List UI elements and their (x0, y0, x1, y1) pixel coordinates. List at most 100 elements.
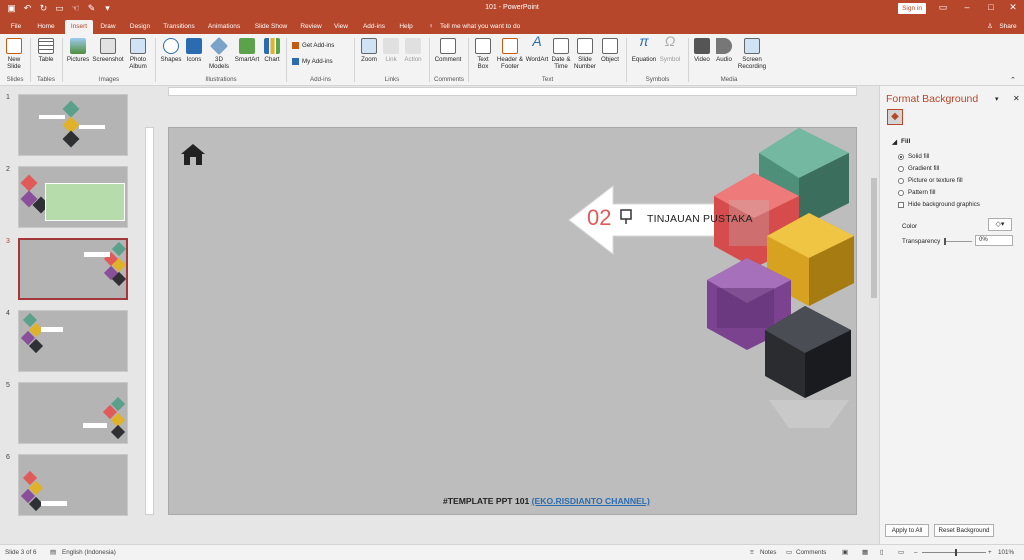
pictures-button[interactable]: Pictures (66, 38, 90, 63)
get-add-ins-button[interactable]: Get Add-ins (292, 42, 344, 49)
pattern-fill-option[interactable]: Pattern fill (898, 189, 936, 196)
slide-number-button[interactable]: Slide Number (572, 38, 598, 70)
gradient-fill-option[interactable]: Gradient fill (898, 165, 939, 172)
tab-transitions[interactable]: Transitions (160, 20, 198, 34)
tab-review[interactable]: Review (298, 20, 324, 34)
text-box-button[interactable]: Text Box (472, 38, 494, 70)
footer-text[interactable]: #TEMPLATE PPT 101 (EKO.RISDIANTO CHANNEL… (443, 496, 650, 506)
transparency-slider[interactable] (944, 241, 972, 242)
3d-models-button[interactable]: 3D Models (206, 36, 232, 70)
object-button[interactable]: Object (598, 38, 622, 63)
transparency-label: Transparency (902, 238, 941, 245)
section-number[interactable]: 02 (587, 205, 611, 231)
home-icon[interactable] (181, 144, 205, 165)
my-add-ins-button[interactable]: My Add-ins (292, 58, 348, 65)
zoom-slider[interactable] (922, 552, 986, 553)
tab-view[interactable]: View (331, 20, 351, 34)
slide-thumbnail-2[interactable] (18, 166, 128, 228)
fill-section-header[interactable]: ◢ Fill (892, 138, 910, 146)
screen-recording-button[interactable]: Screen Recording (736, 38, 768, 70)
pane-close-icon[interactable]: ✕ (1013, 94, 1020, 103)
fill-bucket-icon[interactable]: ◆ (887, 109, 903, 125)
close-icon[interactable]: ✕ (1006, 2, 1020, 13)
smartart-button[interactable]: SmartArt (233, 38, 261, 63)
zoom-button[interactable]: Zoom (358, 38, 380, 63)
radio-button[interactable] (898, 177, 904, 184)
shapes-button[interactable]: Shapes (158, 38, 184, 63)
picture-fill-option[interactable]: Picture or texture fill (898, 177, 963, 184)
thumb-label (84, 252, 110, 257)
zoom-out-icon[interactable]: – (914, 549, 918, 556)
radio-button[interactable] (898, 189, 904, 196)
spelling-icon[interactable]: ▤ (50, 549, 56, 556)
pane-title: Format Background (886, 93, 979, 105)
apply-to-all-button[interactable]: Apply to All (885, 524, 929, 537)
reading-view-icon[interactable]: ▯ (880, 549, 883, 556)
video-button[interactable]: Video (692, 38, 712, 63)
table-button[interactable]: Table (35, 38, 57, 63)
normal-view-icon[interactable]: ▣ (842, 549, 848, 556)
chart-button[interactable]: Chart (262, 38, 282, 63)
action-button[interactable]: Action (402, 38, 424, 63)
maximize-icon[interactable]: □ (984, 2, 998, 12)
wordart-button[interactable]: A WordArt (524, 34, 550, 63)
tell-me-search[interactable]: Tell me what you want to do (440, 20, 530, 34)
pane-options-icon[interactable]: ▾ (995, 95, 999, 103)
reset-background-button[interactable]: Reset Background (934, 524, 994, 537)
checkbox[interactable] (898, 201, 904, 208)
symbol-button[interactable]: Ω Symbol (658, 34, 682, 63)
slide-thumbnail-1[interactable] (18, 94, 128, 156)
slide-thumbnail-3[interactable] (18, 238, 128, 300)
notes-button[interactable]: Notes (760, 549, 776, 556)
comments-button[interactable]: Comments (796, 549, 826, 556)
tab-file[interactable]: File (6, 20, 26, 34)
photo-album-button[interactable]: Photo Album (126, 38, 150, 70)
slideshow-icon[interactable]: ▭ (898, 549, 904, 556)
tab-draw[interactable]: Draw (97, 20, 119, 34)
equation-button[interactable]: π Equation (630, 34, 658, 63)
share-button[interactable]: Share (996, 20, 1020, 34)
icons-button[interactable]: Icons (184, 38, 204, 63)
section-title[interactable]: TINJAUAN PUSTAKA (647, 213, 753, 225)
ribbon-display-icon[interactable]: ▭ (936, 2, 950, 13)
link-button[interactable]: Link (381, 38, 401, 63)
color-label: Color (902, 223, 918, 230)
new-slide-button[interactable]: New Slide (3, 38, 25, 70)
slide-canvas[interactable]: 02 TINJAUAN PUSTAKA #TEMPLATE PPT 101 (E… (168, 127, 857, 515)
slide-thumbnail-4[interactable] (18, 310, 128, 372)
audio-button[interactable]: Audio (713, 38, 735, 63)
header-footer-button[interactable]: Header & Footer (496, 38, 524, 70)
slide-thumbnail-5[interactable] (18, 382, 128, 444)
tab-home[interactable]: Home (33, 20, 59, 34)
slide-thumbnail-6[interactable] (18, 454, 128, 516)
group-label-images: Images (98, 76, 120, 83)
collapse-ribbon-icon[interactable]: ⌃ (1010, 76, 1016, 84)
radio-button[interactable] (898, 153, 904, 160)
hide-background-checkbox[interactable]: Hide background graphics (898, 201, 980, 208)
screenshot-button[interactable]: Screenshot (92, 38, 124, 63)
zoom-level[interactable]: 101% (998, 549, 1014, 556)
color-picker-button[interactable]: ◇▾ (988, 218, 1012, 231)
scrollbar-thumb[interactable] (871, 178, 877, 298)
radio-button[interactable] (898, 165, 904, 172)
tab-insert[interactable]: Insert (65, 20, 93, 34)
tab-slide-show[interactable]: Slide Show (252, 20, 290, 34)
date-time-button[interactable]: Date & Time (550, 38, 572, 70)
tab-add-ins[interactable]: Add-ins (360, 20, 388, 34)
zoom-slider-handle[interactable] (955, 549, 957, 556)
comment-button[interactable]: Comment (433, 38, 463, 63)
transparency-input[interactable]: 0% (975, 235, 1013, 246)
text-box-icon (475, 38, 491, 54)
tab-help[interactable]: Help (396, 20, 416, 34)
minimize-icon[interactable]: – (960, 2, 974, 12)
slide-sorter-icon[interactable]: ▦ (862, 549, 868, 556)
tab-design[interactable]: Design (127, 20, 153, 34)
language[interactable]: English (Indonesia) (62, 549, 116, 556)
footer-channel-link[interactable]: (EKO.RISDIANTO CHANNEL) (532, 496, 650, 506)
solid-fill-option[interactable]: Solid fill (898, 153, 929, 160)
sign-in-button[interactable]: Sign in (898, 3, 926, 14)
zoom-in-icon[interactable]: + (988, 549, 992, 556)
slide-scrollbar[interactable] (869, 86, 879, 544)
slider-handle[interactable] (944, 238, 946, 245)
tab-animations[interactable]: Animations (205, 20, 243, 34)
